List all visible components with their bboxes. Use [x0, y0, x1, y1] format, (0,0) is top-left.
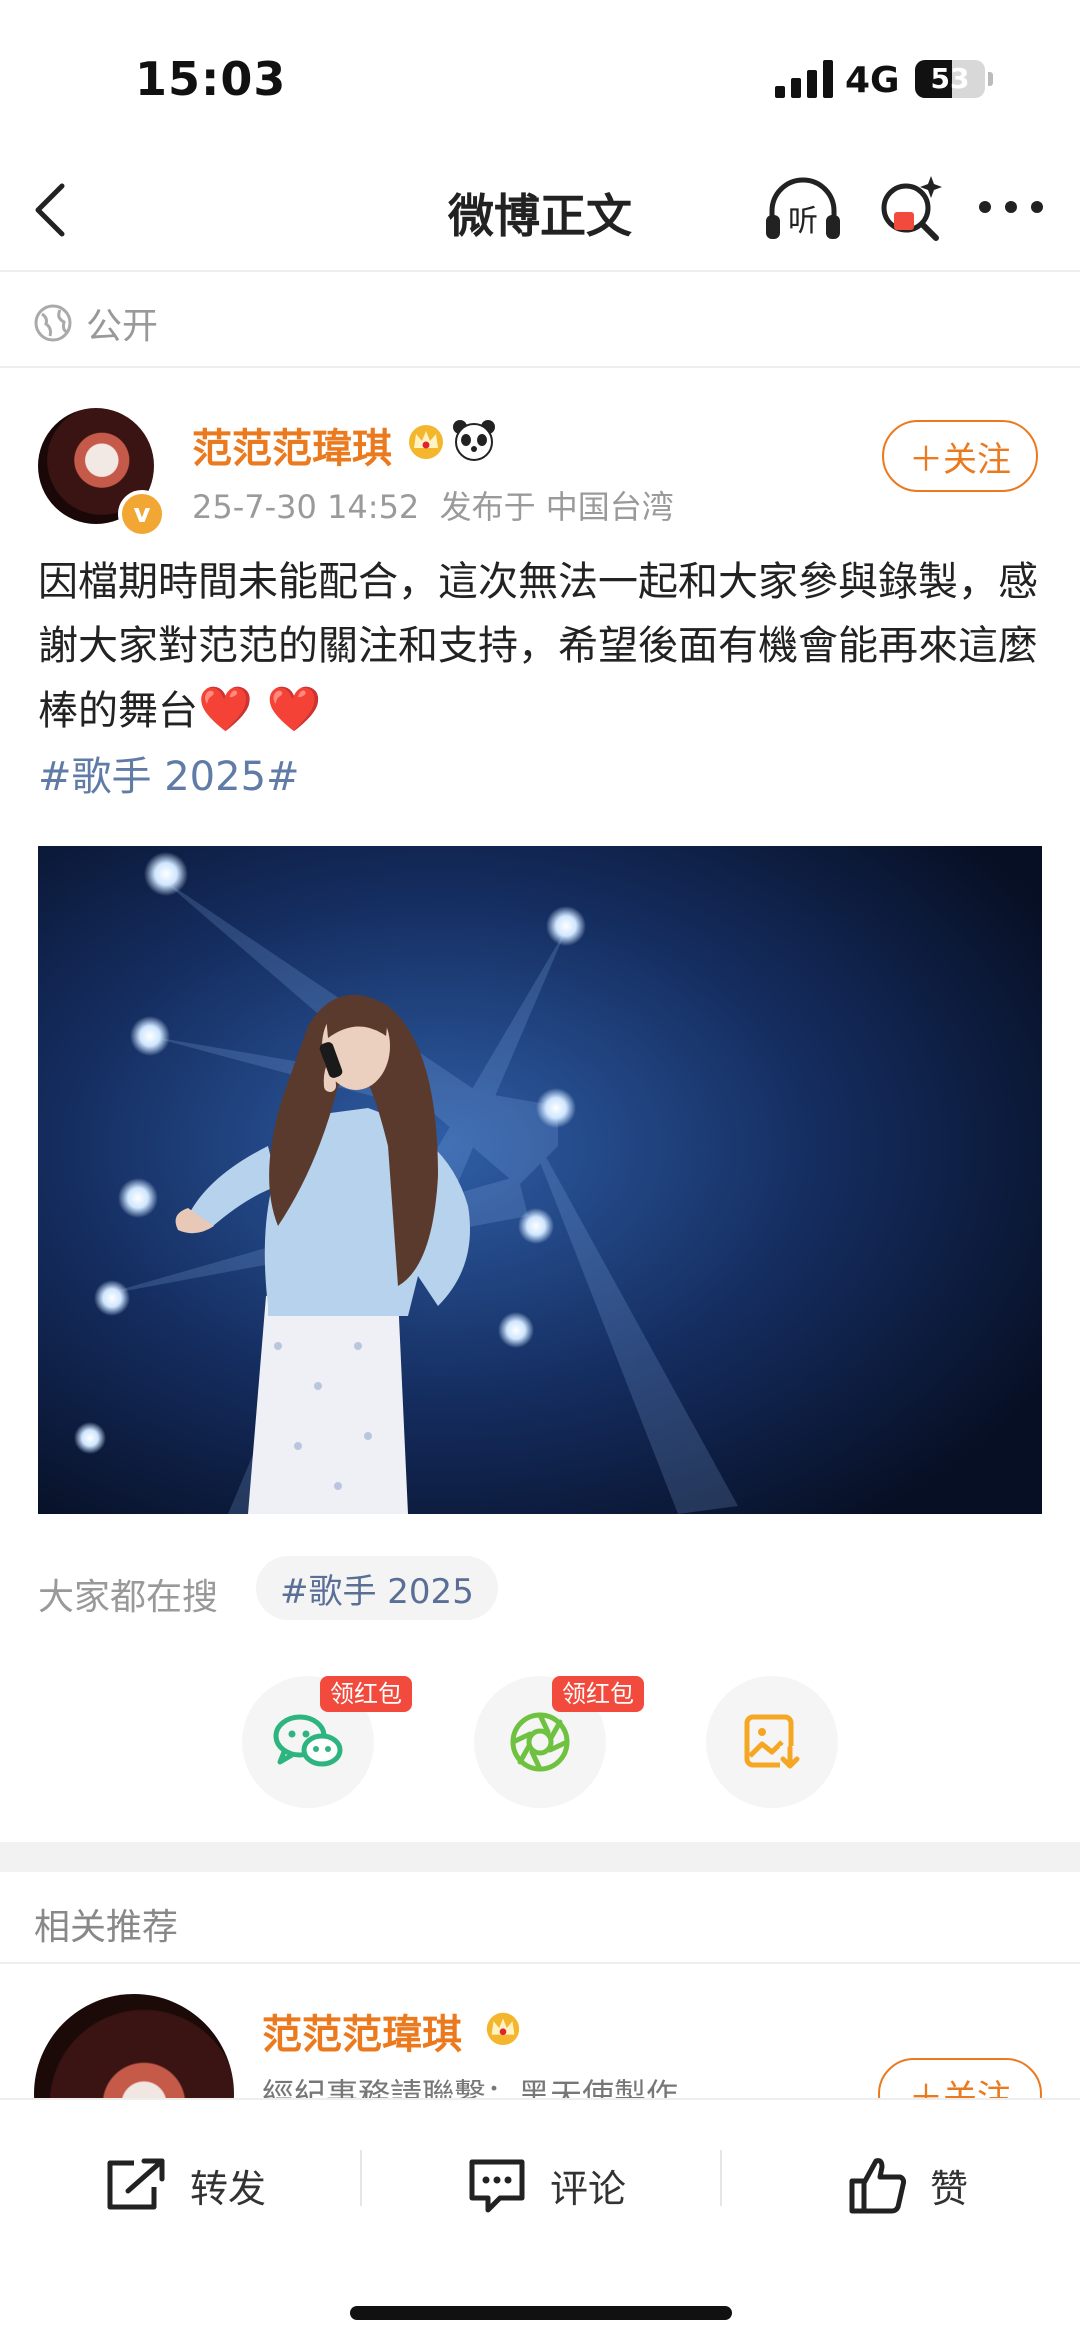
repost-icon — [107, 2158, 165, 2210]
heart-emoji: ❤️ ❤️ — [198, 684, 322, 735]
author-name[interactable]: 范范范瑋琪 — [192, 416, 392, 474]
divider — [0, 270, 1080, 272]
panda-icon — [453, 420, 495, 461]
repost-button[interactable]: 转发 — [104, 2145, 266, 2225]
post-text: 因檔期時間未能配合，這次無法一起和大家參與錄製，感謝大家對范范的關注和支持，希望… — [38, 550, 1038, 743]
verified-badge: v — [118, 490, 166, 538]
battery-icon: 53 — [915, 60, 985, 98]
post-body: 因檔期時間未能配合，這次無法一起和大家參與錄製，感謝大家對范范的關注和支持，希望… — [38, 559, 1038, 734]
home-indicator — [350, 2306, 732, 2320]
trending-tag[interactable]: #歌手 2025 — [256, 1556, 498, 1620]
related-title: 相关推荐 — [34, 1907, 179, 1948]
wechat-icon — [273, 1714, 343, 1767]
section-separator — [0, 1842, 1080, 1872]
post-meta: 25-7-30 14:52 发布于 中国台湾 — [192, 488, 674, 526]
more-icon[interactable] — [978, 200, 1044, 214]
save-image-button[interactable] — [706, 1676, 838, 1808]
visibility: 公开 — [34, 300, 159, 347]
related-name[interactable]: 范范范瑋琪 — [262, 2002, 462, 2060]
comment-label: 评论 — [550, 2166, 627, 2211]
visibility-label: 公开 — [86, 306, 159, 347]
like-button[interactable]: 赞 — [848, 2145, 968, 2225]
comment-button[interactable]: 评论 — [466, 2145, 626, 2225]
divider — [360, 2150, 362, 2206]
like-label: 赞 — [930, 2166, 969, 2211]
crown-icon — [409, 425, 443, 459]
post-hashtag[interactable]: #歌手 2025# — [38, 744, 300, 802]
crown-icon — [486, 2012, 520, 2046]
svg-text:听: 听 — [788, 204, 818, 239]
battery-tip — [988, 72, 993, 86]
thumbs-up-icon — [849, 2158, 907, 2214]
listen-icon[interactable]: 听 — [762, 175, 844, 245]
redpack-badge: 领红包 — [320, 1676, 412, 1712]
signal-icon — [775, 60, 833, 98]
save-image-icon — [744, 1714, 800, 1769]
divider — [0, 1962, 1080, 1964]
comment-icon — [469, 2159, 525, 2213]
battery-level: 53 — [930, 62, 970, 95]
status-time: 15:03 — [135, 52, 287, 106]
redpack-badge: 领红包 — [552, 1676, 644, 1712]
divider — [720, 2150, 722, 2206]
globe-icon — [34, 304, 72, 342]
repost-label: 转发 — [190, 2166, 267, 2211]
post-photo[interactable] — [38, 846, 1042, 1514]
search-ai-icon[interactable] — [876, 172, 946, 244]
moments-icon — [510, 1712, 570, 1772]
trending-label: 大家都在搜 — [38, 1577, 219, 1618]
divider — [0, 366, 1080, 368]
network-type: 4G — [845, 60, 900, 101]
follow-button[interactable]: ＋关注 — [882, 420, 1038, 492]
